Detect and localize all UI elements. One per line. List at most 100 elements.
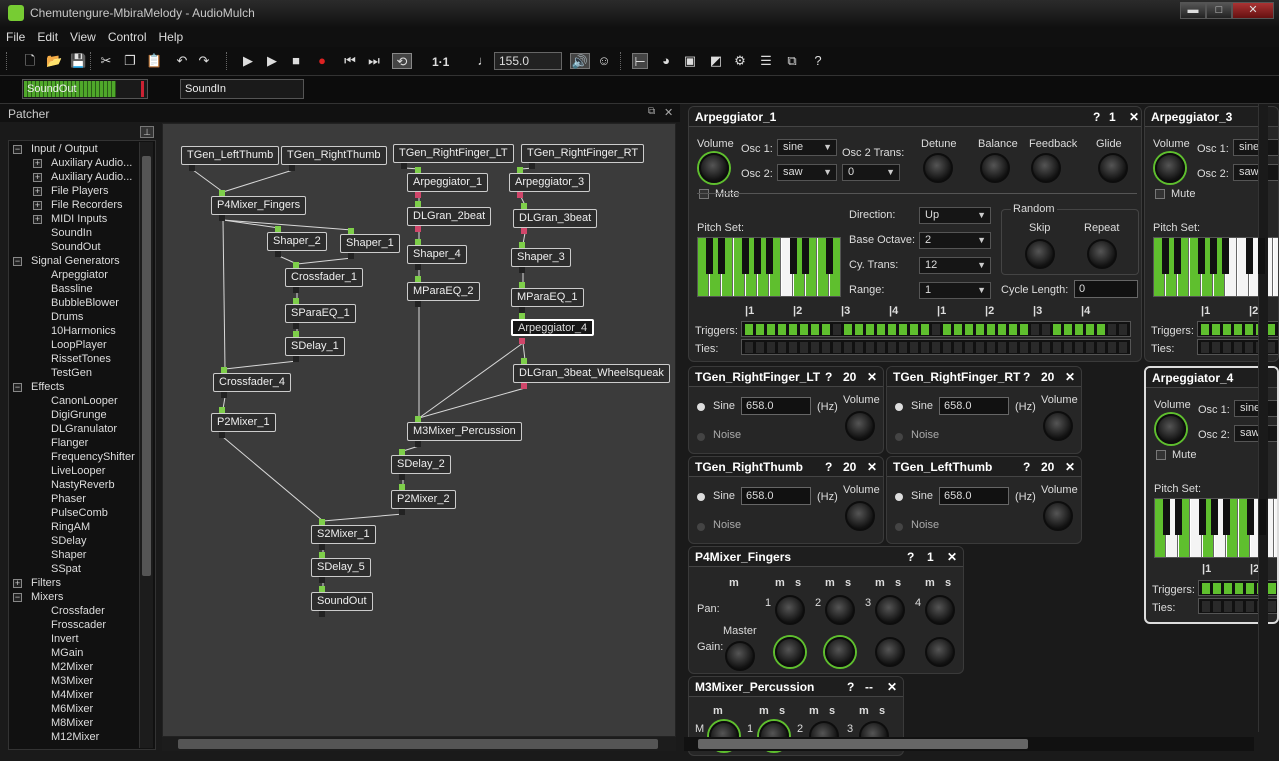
trigger-step[interactable]: [1108, 324, 1116, 335]
output-port[interactable]: [399, 474, 405, 480]
trigger-step[interactable]: [1053, 324, 1061, 335]
loop-icon[interactable]: ⟲: [392, 53, 412, 69]
tree-item[interactable]: M4Mixer: [51, 689, 93, 703]
tree-item[interactable]: M8Mixer: [51, 717, 93, 731]
trigger-step[interactable]: [1224, 601, 1232, 612]
tree-item[interactable]: TestGen: [51, 367, 92, 381]
tree-item[interactable]: MIDI Inputs: [51, 213, 107, 227]
tree-item[interactable]: NastyReverb: [51, 479, 115, 493]
trigger-step[interactable]: [910, 324, 918, 335]
trigger-step[interactable]: [877, 342, 885, 353]
trigger-step[interactable]: [866, 342, 874, 353]
patch-node[interactable]: Crossfader_4: [213, 373, 292, 392]
black-key[interactable]: [1258, 238, 1265, 274]
patch-node[interactable]: TGen_RightThumb: [281, 146, 387, 165]
trigger-step[interactable]: [1020, 324, 1028, 335]
trigger-step[interactable]: [789, 324, 797, 335]
patch-node[interactable]: Arpeggiator_3: [509, 173, 591, 192]
black-key[interactable]: [1247, 499, 1254, 535]
frequency-field[interactable]: 658.0: [741, 487, 811, 505]
trigger-step[interactable]: [811, 342, 819, 353]
patch-node[interactable]: MParaEQ_2: [407, 282, 480, 301]
trigger-step[interactable]: [987, 324, 995, 335]
close-panel-button[interactable]: ✕: [1065, 370, 1075, 384]
tree-item[interactable]: MGain: [51, 647, 83, 661]
black-key[interactable]: [1174, 238, 1181, 274]
help-button[interactable]: ?: [907, 550, 914, 564]
baseoct-select[interactable]: 2 ▼: [919, 232, 991, 249]
cycle-length-field[interactable]: 0: [1074, 280, 1138, 298]
panel-header[interactable]: TGen_RightThumb? 20 ✕: [689, 457, 883, 477]
trigger-step[interactable]: [1212, 324, 1220, 335]
gain-knob[interactable]: [825, 637, 855, 667]
input-port[interactable]: [519, 242, 525, 248]
black-key[interactable]: [790, 238, 797, 274]
trigger-step[interactable]: [1224, 583, 1232, 594]
tree-item[interactable]: LiveLooper: [51, 465, 105, 479]
help-button[interactable]: ?: [825, 460, 832, 474]
metasurface-icon[interactable]: ◩: [708, 53, 724, 69]
smiley-icon[interactable]: ☺: [596, 53, 612, 69]
soundin-meter[interactable]: SoundIn: [180, 79, 304, 99]
input-port[interactable]: [293, 298, 299, 304]
direction-select[interactable]: Up ▼: [919, 207, 991, 224]
trigger-step[interactable]: [1223, 342, 1231, 353]
black-key[interactable]: [766, 238, 773, 274]
trigger-step[interactable]: [1268, 583, 1276, 594]
panel-header[interactable]: Arpeggiator_1? 1 ✕: [689, 107, 1141, 127]
output-port[interactable]: [521, 228, 527, 234]
tree-expander[interactable]: −: [13, 145, 22, 154]
trigger-step[interactable]: [888, 324, 896, 335]
tree-expander[interactable]: −: [13, 593, 22, 602]
patcher-hscrollbar[interactable]: [162, 737, 676, 751]
tree-item[interactable]: Invert: [51, 633, 79, 647]
undo-icon[interactable]: ↶: [174, 53, 190, 69]
volume-knob[interactable]: [699, 153, 729, 183]
output-port[interactable]: [521, 383, 527, 389]
undock-icon[interactable]: ⧉: [648, 106, 655, 117]
trigger-step[interactable]: [976, 324, 984, 335]
tree-item[interactable]: SSpat: [51, 563, 81, 577]
tree-item[interactable]: M6Mixer: [51, 703, 93, 717]
trigger-step[interactable]: [1245, 324, 1253, 335]
trigger-step[interactable]: [1086, 324, 1094, 335]
trigger-step[interactable]: [1235, 583, 1243, 594]
cut-icon[interactable]: ✂: [98, 53, 114, 69]
redo-icon[interactable]: ↷: [196, 53, 212, 69]
input-port[interactable]: [519, 282, 525, 288]
forward-icon[interactable]: ⏭: [366, 53, 382, 69]
black-key[interactable]: [1223, 499, 1230, 535]
tree-item[interactable]: SoundIn: [51, 227, 92, 241]
black-key[interactable]: [742, 238, 749, 274]
panel-header[interactable]: TGen_RightFinger_LT? 20 ✕: [689, 367, 883, 387]
help-icon[interactable]: ?: [810, 53, 826, 69]
patch-node[interactable]: TGen_LeftThumb: [181, 146, 280, 165]
range-select[interactable]: 1 ▼: [919, 282, 991, 299]
trigger-step[interactable]: [767, 342, 775, 353]
new-file-icon[interactable]: 🗋: [22, 53, 38, 69]
trigger-step[interactable]: [1064, 342, 1072, 353]
frequency-field[interactable]: 658.0: [741, 397, 811, 415]
patch-node[interactable]: SDelay_2: [391, 455, 451, 474]
trigger-step[interactable]: [800, 324, 808, 335]
output-port[interactable]: [415, 226, 421, 232]
patch-node[interactable]: P2Mixer_2: [391, 490, 456, 509]
patch-node[interactable]: Shaper_2: [267, 232, 327, 251]
tree-item[interactable]: Drums: [51, 311, 83, 325]
black-key[interactable]: [1259, 499, 1266, 535]
trigger-step[interactable]: [844, 342, 852, 353]
black-key[interactable]: [1246, 238, 1253, 274]
mute-checkbox[interactable]: [1156, 450, 1166, 460]
tree-item[interactable]: Frosscader: [51, 619, 106, 633]
close-panel-button[interactable]: ✕: [947, 550, 957, 564]
frequency-field[interactable]: 658.0: [939, 487, 1009, 505]
stop-icon[interactable]: ■: [288, 53, 304, 69]
noise-radio[interactable]: [895, 433, 903, 441]
tree-item[interactable]: M12Mixer: [51, 731, 99, 745]
patcher-view-icon[interactable]: ⊢: [632, 53, 648, 69]
input-port[interactable]: [415, 276, 421, 282]
patch-node[interactable]: SParaEQ_1: [285, 304, 356, 323]
trigger-step[interactable]: [1031, 324, 1039, 335]
trigger-step[interactable]: [1097, 324, 1105, 335]
patch-node[interactable]: SoundOut: [311, 592, 373, 611]
